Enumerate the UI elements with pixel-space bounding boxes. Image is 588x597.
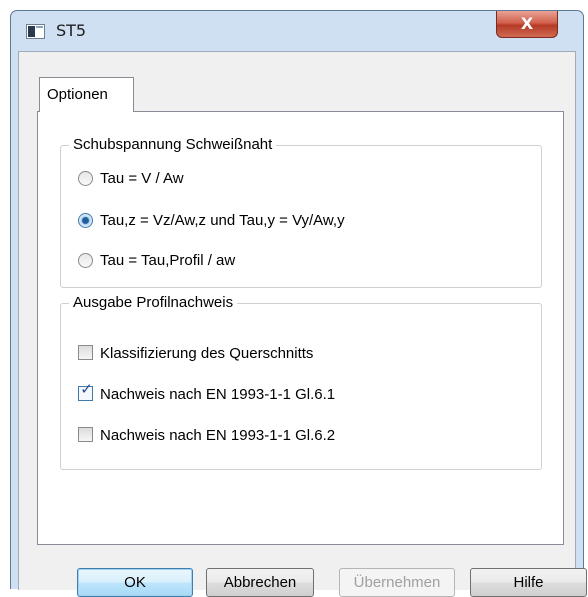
checkbox-checked[interactable]: ✓ [78, 382, 93, 401]
window-title: ST5 [56, 21, 87, 40]
title-bar[interactable]: ST5 X [11, 11, 583, 51]
checkbox-label: Klassifizierung des Querschnitts [100, 345, 314, 362]
checkbox-label: Nachweis nach EN 1993-1-1 Gl.6.1 [100, 386, 336, 403]
group-title: Schubspannung Schweißnaht [69, 136, 277, 153]
tab-optionen[interactable]: Optionen [39, 77, 134, 112]
radio-button[interactable] [78, 171, 93, 186]
radio-label: Tau = Tau,Profil / aw [100, 252, 236, 269]
app-window-icon [26, 24, 45, 39]
checkbox[interactable] [78, 345, 93, 360]
checkbox-label: Nachweis nach EN 1993-1-1 Gl.6.2 [100, 427, 336, 444]
close-button[interactable]: X [496, 11, 558, 38]
radio-button-selected[interactable] [78, 213, 93, 228]
profile-output-group: Ausgabe Profilnachweis Klassifizierung d… [60, 294, 542, 470]
checkbox[interactable] [78, 427, 93, 442]
close-icon: X [520, 14, 534, 33]
checkmark-icon: ✓ [80, 380, 93, 398]
tab-label: Optionen [47, 86, 108, 103]
tab-panel-optionen: Schubspannung Schweißnaht Tau = V / Aw T… [37, 111, 564, 545]
dialog-client-area: Optionen Schubspannung Schweißnaht Tau =… [18, 51, 587, 597]
shear-stress-group: Schubspannung Schweißnaht Tau = V / Aw T… [60, 136, 542, 288]
dialog-window: ST5 X Optionen Schubspannung Schweißnaht… [10, 10, 587, 597]
cancel-button[interactable]: Abbrechen [206, 568, 314, 597]
apply-button: Übernehmen [339, 568, 455, 597]
radio-label: Tau = V / Aw [100, 170, 184, 187]
ok-button[interactable]: OK [77, 568, 193, 597]
radio-button[interactable] [78, 253, 93, 268]
group-title: Ausgabe Profilnachweis [69, 294, 238, 311]
help-button[interactable]: Hilfe [470, 568, 587, 597]
radio-label: Tau,z = Vz/Aw,z und Tau,y = Vy/Aw,y [100, 212, 345, 229]
